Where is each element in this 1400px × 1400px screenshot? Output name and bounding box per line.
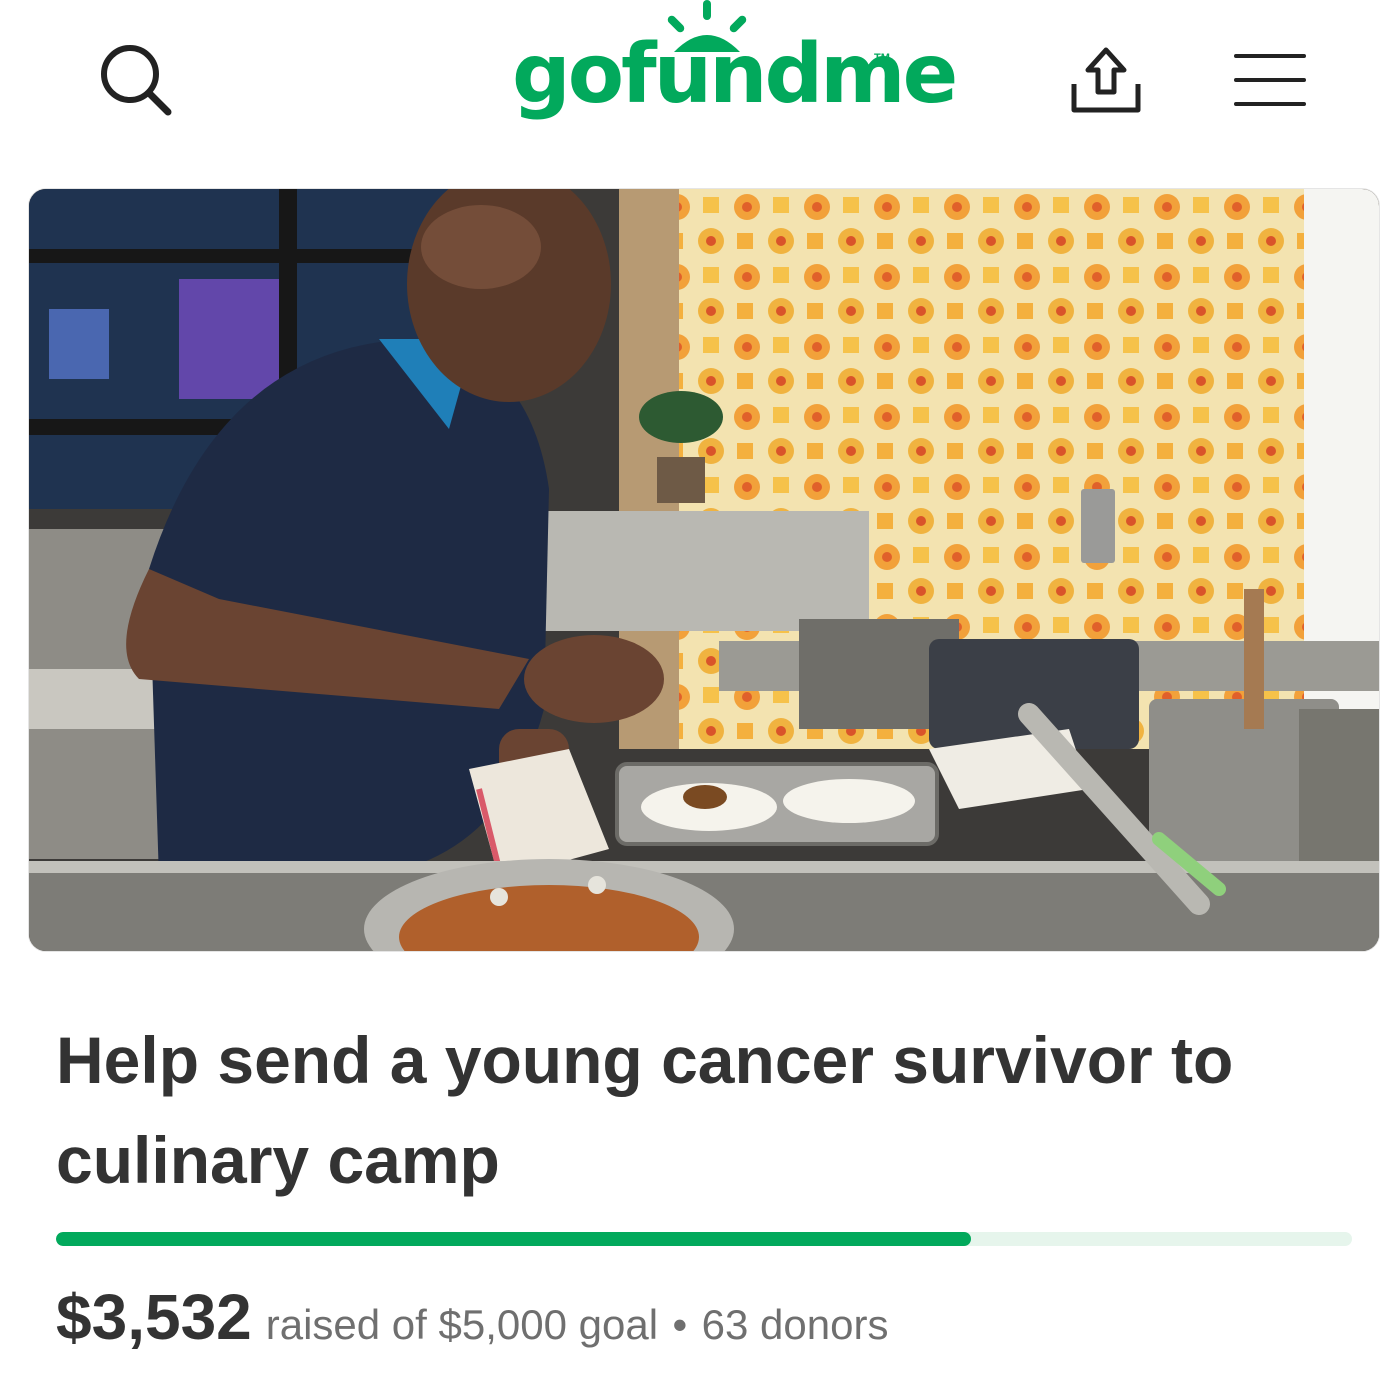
share-icon[interactable] (1064, 40, 1148, 120)
amount-raised: $3,532 (56, 1281, 252, 1353)
goal-text: raised of $5,000 goal (265, 1301, 659, 1348)
hero-photo-illustration (29, 189, 1379, 951)
menu-icon[interactable] (1230, 48, 1310, 112)
campaign-title: Help send a young cancer survivor to cul… (56, 1023, 1234, 1197)
donor-count[interactable]: 63 donors (702, 1301, 889, 1348)
search-icon[interactable] (96, 40, 176, 120)
gofundme-logo[interactable]: gofundme TM (512, 0, 958, 140)
progress-bar-fill (56, 1232, 972, 1246)
logo-wordmark: gofundme (512, 27, 958, 122)
stat-separator: • (672, 1301, 688, 1348)
donation-stats: $3,532 raised of $5,000 goal • 63 donors (56, 1280, 1376, 1354)
logo-trademark: TM (874, 52, 890, 64)
campaign-hero-image[interactable] (28, 188, 1380, 952)
donation-progress-bar (56, 1232, 1352, 1246)
top-nav-bar: gofundme TM (0, 0, 1400, 160)
